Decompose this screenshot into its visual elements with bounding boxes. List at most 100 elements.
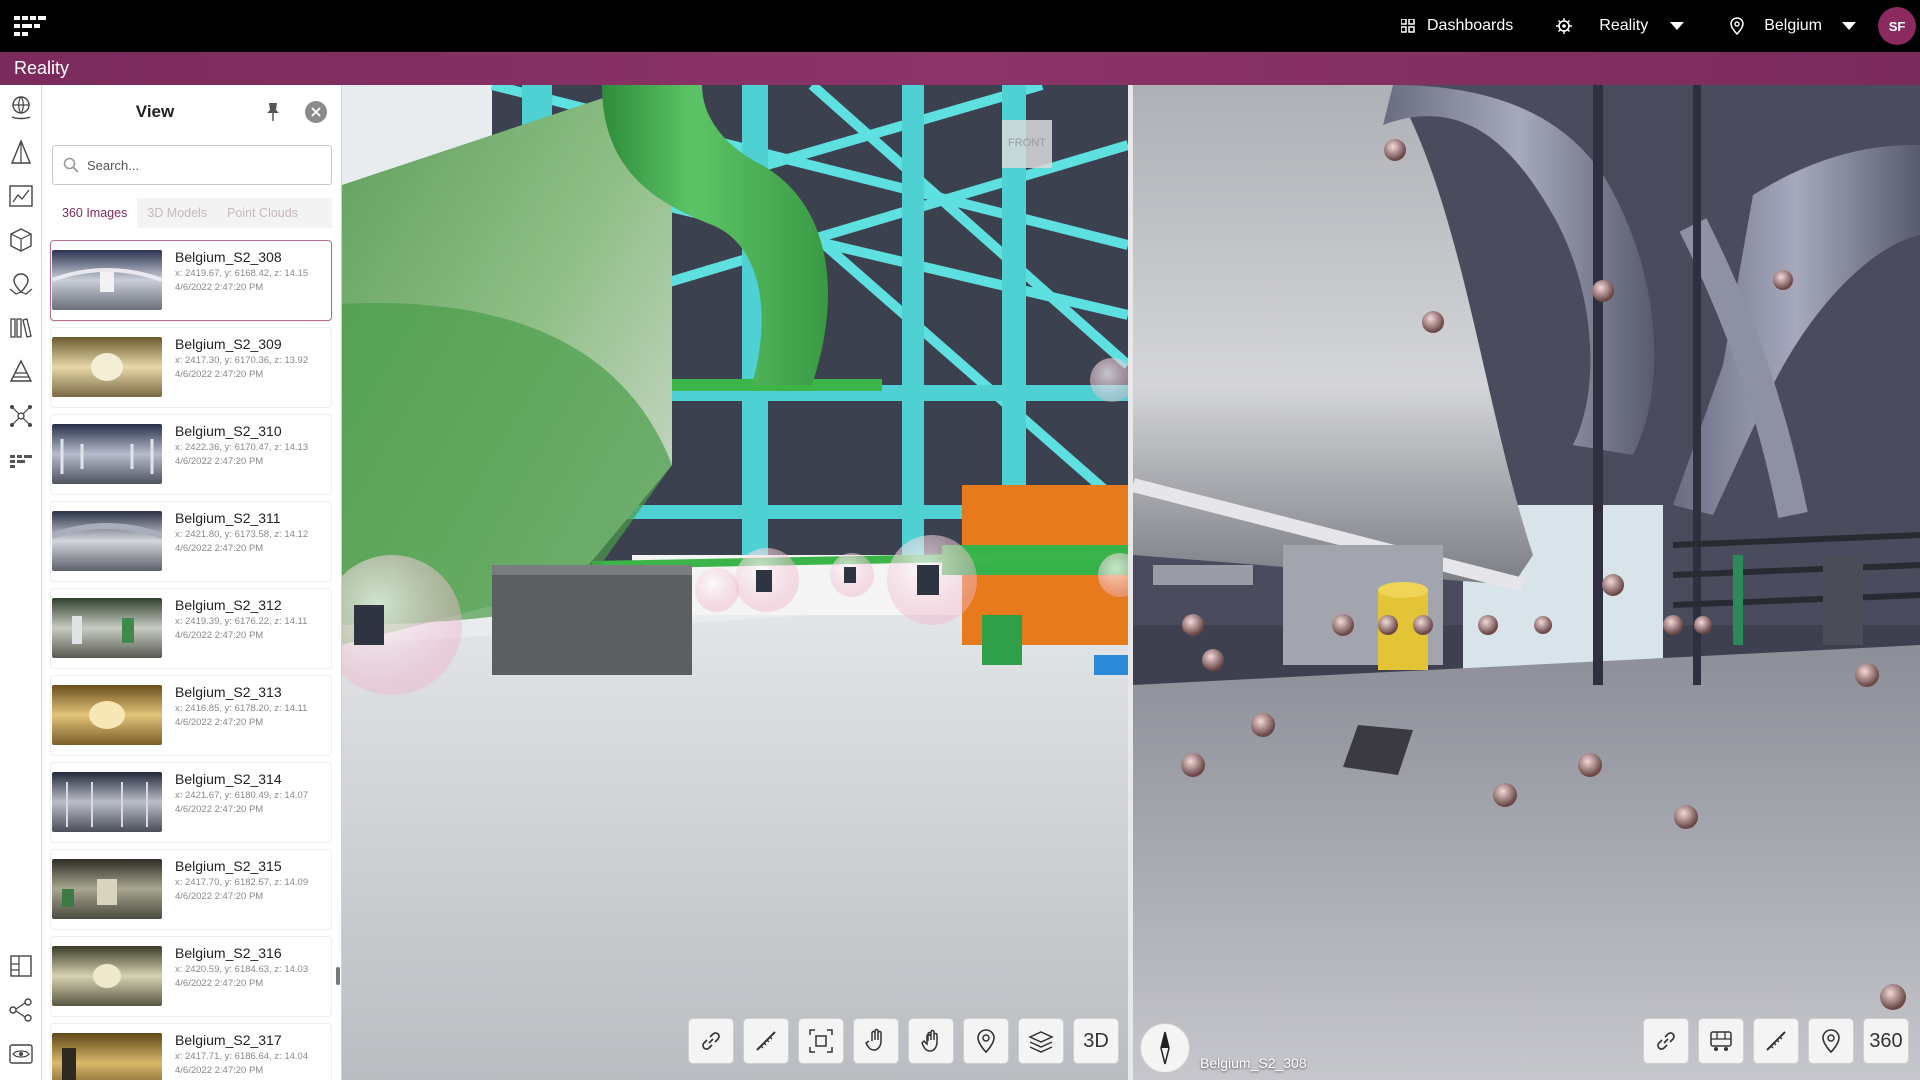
close-panel-button[interactable] <box>305 101 327 123</box>
tab-point-clouds[interactable]: Point Clouds <box>217 198 308 228</box>
list-item[interactable]: Belgium_S2_315 x: 2417.70, y: 6182.57, z… <box>50 849 332 930</box>
item-date: 4/6/2022 2:47:20 PM <box>175 456 264 467</box>
top-bar: Dashboards Reality Belgium SF <box>0 0 1920 52</box>
location-select[interactable]: Belgium <box>1730 17 1856 35</box>
map-pin-icon[interactable] <box>8 271 34 297</box>
list-item[interactable]: Belgium_S2_314 x: 2421.67, y: 6180.49, z… <box>50 762 332 843</box>
location-pin-icon <box>1730 17 1744 35</box>
tab-360-images[interactable]: 360 Images <box>52 198 138 228</box>
360-panorama-viewport[interactable] <box>1133 85 1920 1080</box>
compass-button[interactable] <box>1140 1023 1190 1073</box>
item-coords: x: 2419.39, y: 6176.22, z: 14.11 <box>175 616 308 627</box>
pan-button[interactable] <box>908 1018 954 1064</box>
3d-mode-label: 3D <box>1083 1029 1109 1052</box>
markup-pin-button[interactable] <box>1808 1018 1854 1064</box>
app-select[interactable]: Reality <box>1555 17 1685 35</box>
panorama-thumbnail <box>52 511 162 571</box>
library-icon[interactable] <box>8 315 34 341</box>
cube-icon[interactable] <box>8 227 34 253</box>
dashboards-link[interactable]: Dashboards <box>1401 17 1513 35</box>
image-list: Belgium_S2_308 x: 2419.67, y: 6168.42, z… <box>50 240 332 1080</box>
select-button[interactable] <box>853 1018 899 1064</box>
item-name: Belgium_S2_310 <box>175 423 282 439</box>
item-date: 4/6/2022 2:47:20 PM <box>175 804 264 815</box>
list-item[interactable]: Belgium_S2_316 x: 2420.59, y: 6184.63, z… <box>50 936 332 1017</box>
ruler-icon <box>1766 1031 1786 1051</box>
360-mode-button[interactable]: 360 <box>1863 1018 1909 1064</box>
item-date: 4/6/2022 2:47:20 PM <box>175 891 264 902</box>
app-select-value: Reality <box>1599 17 1649 34</box>
list-item[interactable]: Belgium_S2_308 x: 2419.67, y: 6168.42, z… <box>50 240 332 321</box>
split-view-icon[interactable] <box>8 953 34 979</box>
item-coords: x: 2417.30, y: 6170.36, z: 13.92 <box>175 355 309 366</box>
list-item[interactable]: Belgium_S2_312 x: 2419.39, y: 6176.22, z… <box>50 588 332 669</box>
module-title-bar: Reality <box>0 52 1920 85</box>
dashboard-grid-icon <box>1401 19 1415 33</box>
item-date: 4/6/2022 2:47:20 PM <box>175 630 264 641</box>
layers-button[interactable] <box>1018 1018 1064 1064</box>
list-item[interactable]: Belgium_S2_313 x: 2416.85, y: 6178.20, z… <box>50 675 332 756</box>
panel-title: View <box>135 102 175 121</box>
item-date: 4/6/2022 2:47:20 PM <box>175 1065 264 1076</box>
item-date: 4/6/2022 2:47:20 PM <box>175 543 264 554</box>
item-name: Belgium_S2_312 <box>175 597 282 613</box>
item-date: 4/6/2022 2:47:20 PM <box>175 717 264 728</box>
link-button[interactable] <box>1643 1018 1689 1064</box>
panorama-thumbnail <box>52 1033 162 1080</box>
3d-model-viewport[interactable]: FRONT <box>342 85 1128 1080</box>
tab-3d-models[interactable]: 3D Models <box>137 198 217 228</box>
link-button[interactable] <box>688 1018 734 1064</box>
brand-mark-icon[interactable] <box>8 447 34 473</box>
panel-resize-handle[interactable] <box>336 967 340 985</box>
panorama-thumbnail <box>52 337 162 397</box>
3d-mode-button[interactable]: 3D <box>1073 1018 1119 1064</box>
panorama-thumbnail <box>52 598 162 658</box>
tool-rail <box>0 85 42 1080</box>
chevron-down-icon <box>1842 22 1856 30</box>
asset-type-tabs: 360 Images 3D Models Point Clouds <box>52 198 332 228</box>
panorama-thumbnail <box>52 250 162 310</box>
item-coords: x: 2417.70, y: 6182.57, z: 14.09 <box>175 877 309 888</box>
3d-scene <box>342 85 1128 1080</box>
measure-button[interactable] <box>743 1018 789 1064</box>
user-avatar[interactable]: SF <box>1878 7 1916 45</box>
item-date: 4/6/2022 2:47:20 PM <box>175 282 264 293</box>
chart-panel-icon[interactable] <box>8 183 34 209</box>
measure-button[interactable] <box>1753 1018 1799 1064</box>
app-logo-icon[interactable] <box>14 16 46 36</box>
item-coords: x: 2421.80, y: 6173.58, z: 14.12 <box>175 529 309 540</box>
view-cube-label[interactable]: FRONT <box>1002 137 1052 149</box>
layers-cone-icon[interactable] <box>8 359 34 385</box>
view-panel: View 360 Images 3D Models Point Clouds B… <box>42 85 342 1080</box>
list-item[interactable]: Belgium_S2_310 x: 2422.36, y: 6170.47, z… <box>50 414 332 495</box>
item-coords: x: 2422.36, y: 6170.47, z: 14.13 <box>175 442 309 453</box>
ruler-icon <box>756 1031 776 1051</box>
search-box <box>52 145 332 185</box>
markup-pin-button[interactable] <box>963 1018 1009 1064</box>
panorama-name: Belgium_S2_308 <box>1200 1055 1307 1071</box>
view-eye-icon[interactable] <box>8 1041 34 1067</box>
list-item[interactable]: Belgium_S2_311 x: 2421.80, y: 6173.58, z… <box>50 501 332 582</box>
item-coords: x: 2416.85, y: 6178.20, z: 14.11 <box>175 703 308 714</box>
fit-to-view-button[interactable] <box>798 1018 844 1064</box>
share-icon[interactable] <box>8 997 34 1023</box>
panorama-thumbnail <box>52 859 162 919</box>
search-input[interactable] <box>87 157 317 173</box>
network-nodes-icon[interactable] <box>8 403 34 429</box>
globe-hand-icon[interactable] <box>8 95 34 121</box>
transit-view-button[interactable] <box>1698 1018 1744 1064</box>
close-icon <box>311 107 321 117</box>
hand-pointer-icon <box>865 1028 882 1051</box>
list-item[interactable]: Belgium_S2_317 x: 2417.71, y: 6186.64, z… <box>50 1023 332 1080</box>
item-name: Belgium_S2_308 <box>175 249 282 265</box>
layers-icon <box>1028 1031 1054 1053</box>
module-title: Reality <box>14 58 70 78</box>
pin-icon[interactable] <box>264 102 282 122</box>
location-pin-icon <box>977 1029 995 1054</box>
navigate-icon[interactable] <box>8 139 34 165</box>
item-name: Belgium_S2_313 <box>175 684 282 700</box>
hand-icon <box>921 1029 938 1052</box>
item-name: Belgium_S2_314 <box>175 771 282 787</box>
link-icon <box>702 1032 720 1050</box>
list-item[interactable]: Belgium_S2_309 x: 2417.30, y: 6170.36, z… <box>50 327 332 408</box>
